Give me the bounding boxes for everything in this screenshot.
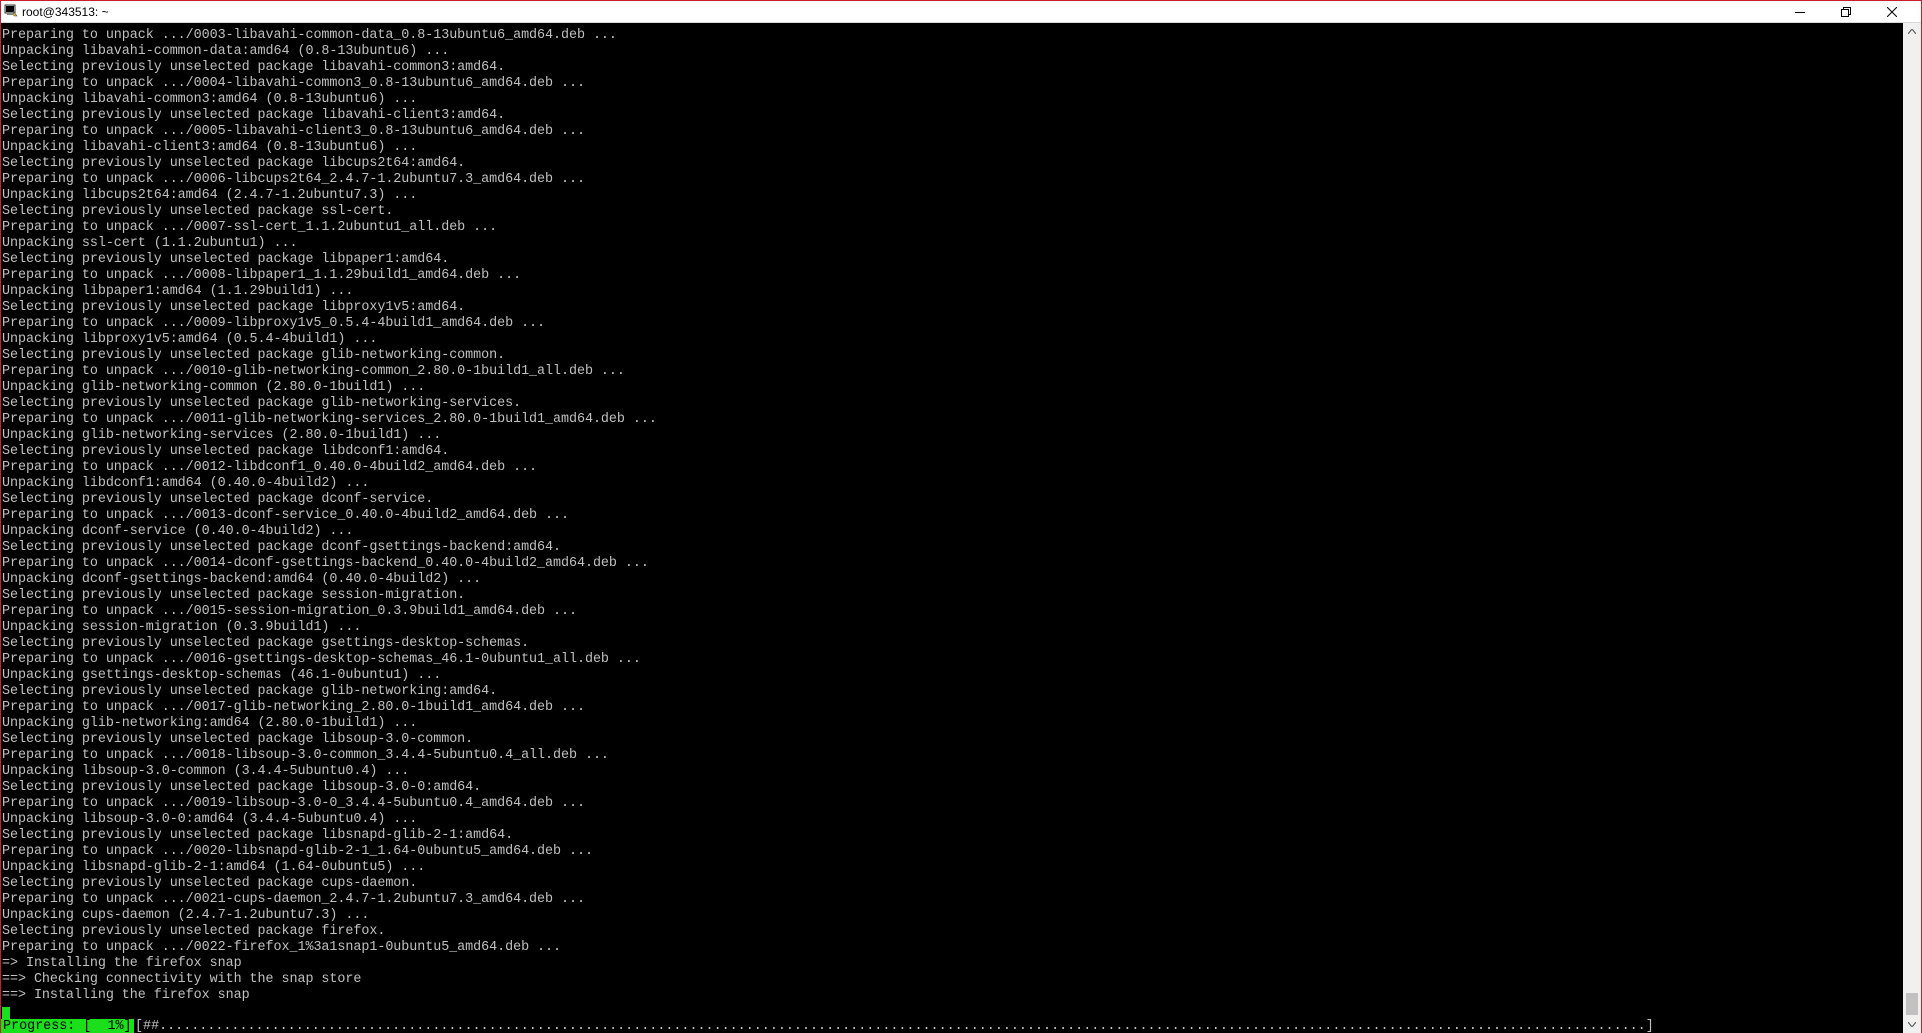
- terminal-line: Preparing to unpack .../0006-libcups2t64…: [2, 172, 585, 187]
- terminal-line: Selecting previously unselected package …: [2, 540, 561, 555]
- terminal-line: Preparing to unpack .../0013-dconf-servi…: [2, 508, 569, 523]
- putty-terminal-icon[interactable]: [4, 4, 18, 18]
- terminal-line: Selecting previously unselected package …: [2, 300, 466, 315]
- terminal-line: Preparing to unpack .../0003-libavahi-co…: [2, 28, 617, 43]
- terminal-line: Unpacking glib-networking-services (2.80…: [2, 428, 442, 443]
- terminal-line: Selecting previously unselected package …: [2, 684, 498, 699]
- terminal-line: Preparing to unpack .../0005-libavahi-cl…: [2, 124, 585, 139]
- terminal-line: Unpacking session-migration (0.3.9build1…: [2, 620, 362, 635]
- terminal-line: Unpacking dconf-gsettings-backend:amd64 …: [2, 572, 482, 587]
- scroll-up-arrow-icon[interactable]: [1903, 23, 1921, 40]
- terminal-line: Unpacking libavahi-client3:amd64 (0.8-13…: [2, 140, 418, 155]
- terminal-line: Preparing to unpack .../0015-session-mig…: [2, 604, 577, 619]
- terminal-window: root@343513: ~ Preparing to unpack .../0…: [0, 0, 1922, 1033]
- terminal-lines: Preparing to unpack .../0003-libavahi-co…: [2, 28, 657, 1004]
- terminal-line: Selecting previously unselected package …: [2, 156, 466, 171]
- progress-row: Progress: [ 1%] [##.....................…: [1, 1007, 1903, 1033]
- terminal-line: Unpacking libsnapd-glib-2-1:amd64 (1.64-…: [2, 860, 426, 875]
- terminal-line: Selecting previously unselected package …: [2, 252, 450, 267]
- progress-bar: [##.....................................…: [135, 1019, 1654, 1033]
- progress-label: Progress: [ 1%]: [1, 1019, 134, 1033]
- terminal-line: Unpacking libpaper1:amd64 (1.1.29build1)…: [2, 284, 354, 299]
- terminal-line: Selecting previously unselected package …: [2, 204, 394, 219]
- terminal-line: Preparing to unpack .../0017-glib-networ…: [2, 700, 585, 715]
- terminal-line: Preparing to unpack .../0019-libsoup-3.0…: [2, 796, 585, 811]
- close-button[interactable]: [1869, 1, 1915, 22]
- terminal-line: Selecting previously unselected package …: [2, 108, 506, 123]
- terminal-line: Unpacking libsoup-3.0-common (3.4.4-5ubu…: [2, 764, 410, 779]
- terminal-line: Unpacking libavahi-common-data:amd64 (0.…: [2, 44, 450, 59]
- terminal-line: Unpacking dconf-service (0.40.0-4build2)…: [2, 524, 354, 539]
- terminal-line: Preparing to unpack .../0008-libpaper1_1…: [2, 268, 522, 283]
- terminal-line: Preparing to unpack .../0012-libdconf1_0…: [2, 460, 538, 475]
- scrollbar-thumb[interactable]: [1906, 993, 1918, 1015]
- terminal-line: Preparing to unpack .../0014-dconf-gsett…: [2, 556, 649, 571]
- terminal-line: Unpacking glib-networking-common (2.80.0…: [2, 380, 426, 395]
- terminal-line: Preparing to unpack .../0004-libavahi-co…: [2, 76, 585, 91]
- terminal-line: Unpacking cups-daemon (2.4.7-1.2ubuntu7.…: [2, 908, 370, 923]
- terminal-line: Selecting previously unselected package …: [2, 396, 522, 411]
- title-bar[interactable]: root@343513: ~: [1, 1, 1921, 23]
- terminal-line: Preparing to unpack .../0009-libproxy1v5…: [2, 316, 546, 331]
- terminal-line: Unpacking gsettings-desktop-schemas (46.…: [2, 668, 442, 683]
- minimize-button[interactable]: [1777, 1, 1823, 22]
- terminal-line: Selecting previously unselected package …: [2, 348, 506, 363]
- terminal-line: Preparing to unpack .../0022-firefox_1%3…: [2, 940, 561, 955]
- terminal-line: Selecting previously unselected package …: [2, 924, 386, 939]
- terminal-line: Unpacking libcups2t64:amd64 (2.4.7-1.2ub…: [2, 188, 418, 203]
- terminal-line: Selecting previously unselected package …: [2, 588, 466, 603]
- terminal-line: Preparing to unpack .../0007-ssl-cert_1.…: [2, 220, 498, 235]
- minimize-icon: [1795, 7, 1805, 17]
- terminal-line: Unpacking ssl-cert (1.1.2ubuntu1) ...: [2, 236, 298, 251]
- terminal-line: Selecting previously unselected package …: [2, 828, 514, 843]
- terminal-line: Unpacking libproxy1v5:amd64 (0.5.4-4buil…: [2, 332, 378, 347]
- terminal-line: Preparing to unpack .../0010-glib-networ…: [2, 364, 625, 379]
- terminal-line: Preparing to unpack .../0020-libsnapd-gl…: [2, 844, 593, 859]
- terminal-line: Selecting previously unselected package …: [2, 876, 418, 891]
- terminal-line: ==> Checking connectivity with the snap …: [2, 972, 362, 987]
- terminal-line: Selecting previously unselected package …: [2, 492, 434, 507]
- terminal-line: Unpacking libsoup-3.0-0:amd64 (3.4.4-5ub…: [2, 812, 418, 827]
- restore-icon: [1841, 6, 1851, 17]
- terminal-line: Selecting previously unselected package …: [2, 444, 450, 459]
- terminal-line: => Installing the firefox snap: [2, 956, 242, 971]
- terminal-line: Unpacking libdconf1:amd64 (0.40.0-4build…: [2, 476, 370, 491]
- restore-button[interactable]: [1823, 1, 1869, 22]
- vertical-scrollbar[interactable]: [1903, 23, 1921, 1033]
- terminal-line: Preparing to unpack .../0016-gsettings-d…: [2, 652, 641, 667]
- scroll-down-arrow-icon[interactable]: [1903, 1016, 1921, 1033]
- terminal-line: ==> Installing the firefox snap: [2, 988, 250, 1003]
- terminal-output[interactable]: Preparing to unpack .../0003-libavahi-co…: [1, 23, 1903, 1033]
- terminal-line: Preparing to unpack .../0011-glib-networ…: [2, 412, 657, 427]
- terminal-line: Unpacking glib-networking:amd64 (2.80.0-…: [2, 716, 418, 731]
- terminal-line: Selecting previously unselected package …: [2, 732, 474, 747]
- terminal-line: Preparing to unpack .../0018-libsoup-3.0…: [2, 748, 609, 763]
- terminal-line: Unpacking libavahi-common3:amd64 (0.8-13…: [2, 92, 418, 107]
- terminal-line: Selecting previously unselected package …: [2, 636, 530, 651]
- terminal-line: Selecting previously unselected package …: [2, 60, 506, 75]
- terminal-line: Preparing to unpack .../0021-cups-daemon…: [2, 892, 585, 907]
- terminal-line: Selecting previously unselected package …: [2, 780, 482, 795]
- close-icon: [1887, 6, 1897, 17]
- window-title: root@343513: ~: [22, 5, 109, 19]
